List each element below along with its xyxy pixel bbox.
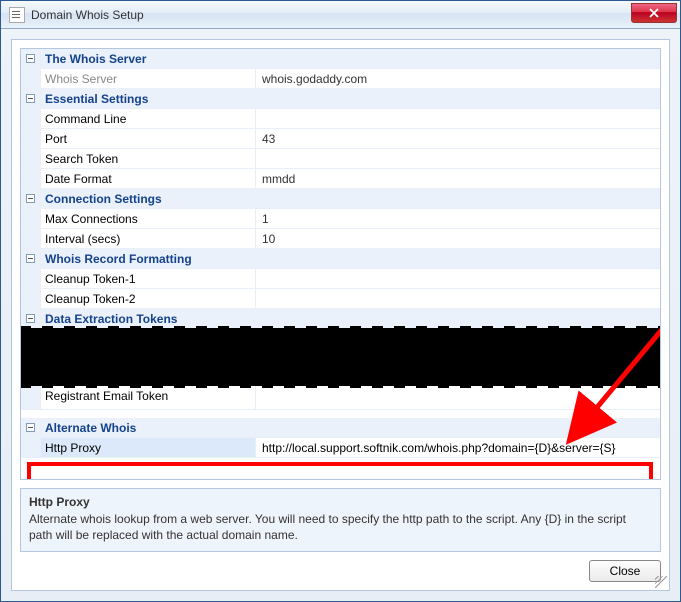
property-value[interactable] (256, 269, 660, 288)
property-label: Cleanup Token-2 (41, 289, 256, 308)
row-command-line[interactable]: Command Line (21, 109, 660, 129)
section-connection-settings[interactable]: Connection Settings (21, 189, 660, 209)
section-title: Essential Settings (41, 89, 660, 108)
resize-grip-icon[interactable] (655, 576, 667, 588)
section-whois-server[interactable]: The Whois Server (21, 49, 660, 69)
window-title: Domain Whois Setup (31, 8, 144, 22)
torn-section-indicator (21, 328, 660, 386)
property-value[interactable] (256, 386, 660, 409)
dialog-window: Domain Whois Setup The Whois Server Whoi… (0, 0, 681, 602)
close-button[interactable]: Close (589, 560, 661, 582)
window-close-button[interactable] (631, 3, 677, 23)
property-label: Command Line (41, 109, 256, 128)
property-value[interactable] (256, 109, 660, 128)
collapse-icon[interactable] (26, 54, 35, 63)
property-label: Date Format (41, 169, 256, 188)
collapse-icon[interactable] (26, 314, 35, 323)
property-label: Port (41, 129, 256, 148)
close-icon (649, 8, 659, 18)
property-label: Interval (secs) (41, 229, 256, 248)
property-grid-container: The Whois Server Whois Server whois.goda… (20, 48, 661, 480)
description-text: Alternate whois lookup from a web server… (29, 511, 652, 543)
section-title: The Whois Server (41, 49, 660, 68)
description-panel: Http Proxy Alternate whois lookup from a… (20, 488, 661, 552)
property-value[interactable]: whois.godaddy.com (256, 69, 660, 88)
section-title: Connection Settings (41, 189, 660, 208)
section-essential-settings[interactable]: Essential Settings (21, 89, 660, 109)
description-title: Http Proxy (29, 495, 652, 509)
row-cleanup-1[interactable]: Cleanup Token-1 (21, 269, 660, 289)
row-interval[interactable]: Interval (secs) 10 (21, 229, 660, 249)
row-http-proxy[interactable]: Http Proxy http://local.support.softnik.… (21, 438, 660, 458)
property-label: Cleanup Token-1 (41, 269, 256, 288)
property-label: Search Token (41, 149, 256, 168)
property-label: Http Proxy (41, 438, 256, 457)
collapse-icon[interactable] (26, 94, 35, 103)
section-formatting[interactable]: Whois Record Formatting (21, 249, 660, 269)
row-registrant-email-token[interactable]: Registrant Email Token (21, 386, 660, 410)
property-value[interactable] (256, 289, 660, 308)
collapse-icon[interactable] (26, 423, 35, 432)
property-value[interactable]: 1 (256, 209, 660, 228)
section-title: Whois Record Formatting (41, 249, 660, 268)
property-label: Max Connections (41, 209, 256, 228)
property-value[interactable]: 10 (256, 229, 660, 248)
title-bar: Domain Whois Setup (1, 1, 680, 29)
row-date-format[interactable]: Date Format mmdd (21, 169, 660, 189)
row-whois-server[interactable]: Whois Server whois.godaddy.com (21, 69, 660, 89)
row-cleanup-2[interactable]: Cleanup Token-2 (21, 289, 660, 309)
row-max-connections[interactable]: Max Connections 1 (21, 209, 660, 229)
section-title: Alternate Whois (41, 418, 660, 437)
property-value[interactable] (256, 149, 660, 168)
collapse-icon[interactable] (26, 194, 35, 203)
property-label: Whois Server (41, 69, 256, 88)
content-frame: The Whois Server Whois Server whois.goda… (11, 39, 670, 591)
row-port[interactable]: Port 43 (21, 129, 660, 149)
property-value[interactable]: 43 (256, 129, 660, 148)
dialog-buttons: Close (12, 560, 669, 590)
section-alternate-whois[interactable]: Alternate Whois (21, 418, 660, 438)
row-search-token[interactable]: Search Token (21, 149, 660, 169)
property-value-http-proxy[interactable]: http://local.support.softnik.com/whois.p… (256, 438, 660, 457)
property-grid: The Whois Server Whois Server whois.goda… (21, 49, 660, 479)
property-value[interactable]: mmdd (256, 169, 660, 188)
collapse-icon[interactable] (26, 254, 35, 263)
app-icon (9, 7, 25, 23)
property-label: Registrant Email Token (41, 386, 256, 409)
